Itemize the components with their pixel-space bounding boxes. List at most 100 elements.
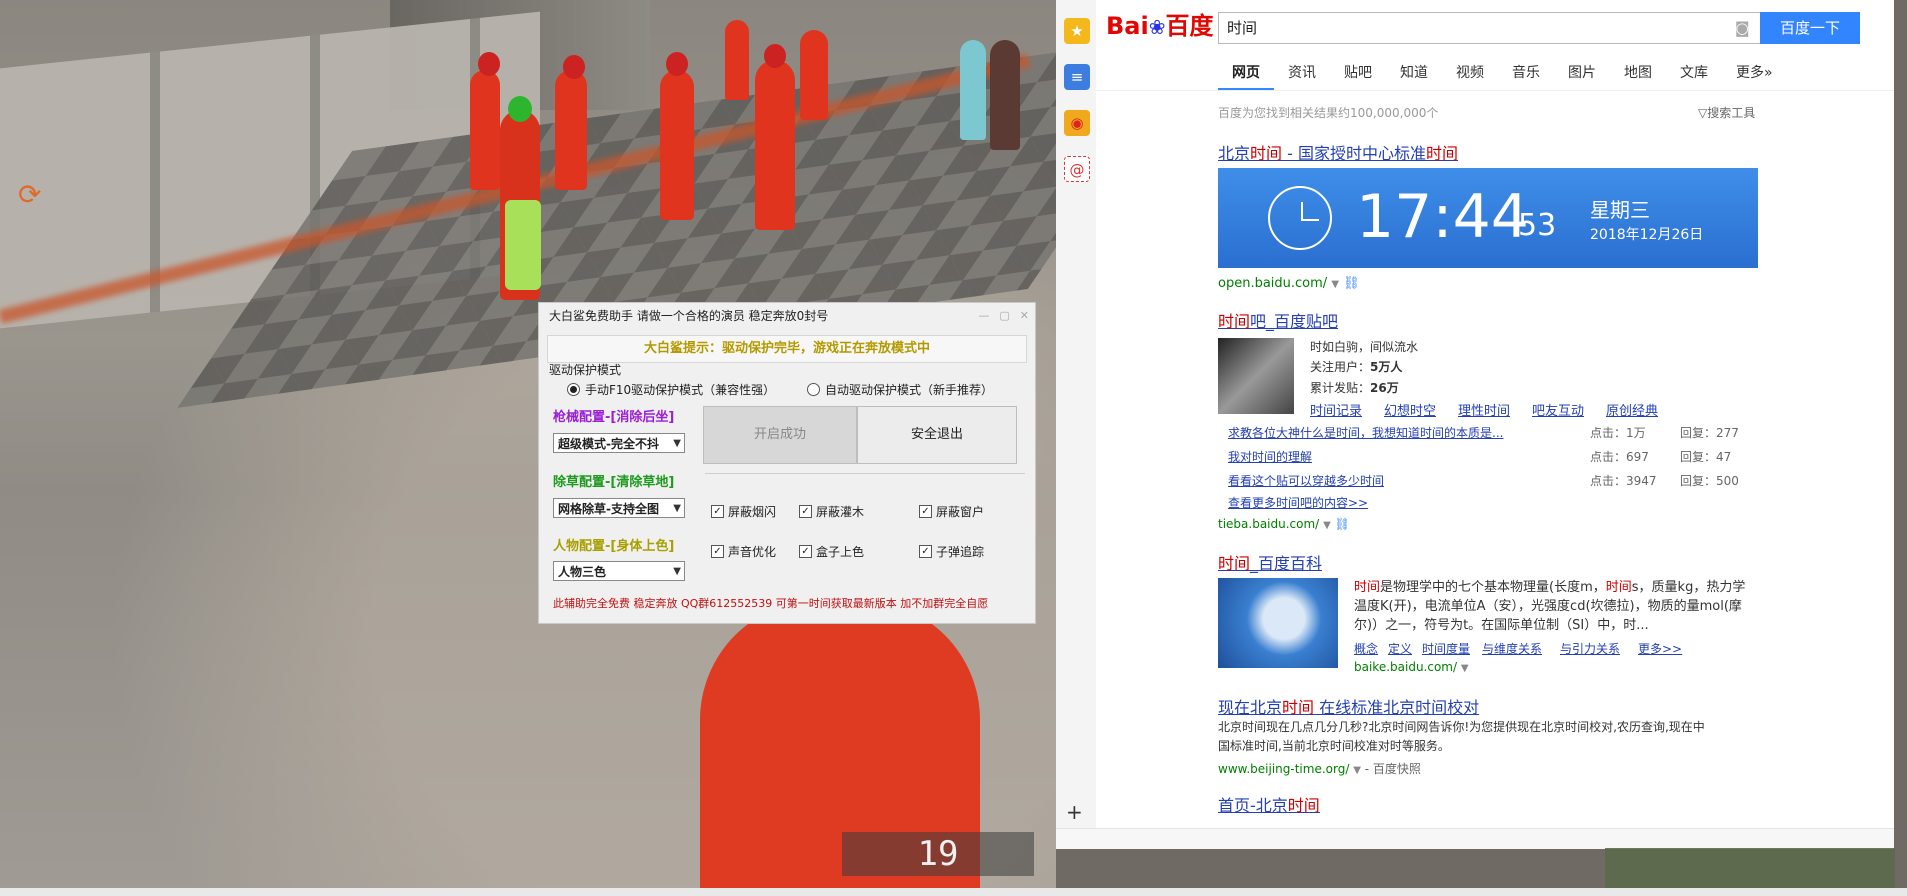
radio-dot[interactable] <box>807 382 820 396</box>
abstract-highlight: 时间 <box>1605 580 1632 595</box>
enemy-figure <box>725 20 749 100</box>
weekday: 星期三 <box>1590 198 1650 222</box>
enemy-figure <box>960 40 986 140</box>
verified-icon: ⛓ <box>1343 276 1360 291</box>
paw-icon: ❀ <box>1148 15 1166 39</box>
result-url[interactable]: tieba.baidu.com/ ▼ ⛓ <box>1218 517 1350 531</box>
thread-link[interactable]: 求教各位大神什么是时间，我想知道时间的本质是... <box>1228 424 1503 441</box>
tab-tieba[interactable]: 贴吧 <box>1330 58 1386 90</box>
radio-dot-checked[interactable] <box>567 382 580 396</box>
tieba-tag[interactable]: 原创经典 <box>1606 400 1658 419</box>
tab-news[interactable]: 资讯 <box>1274 58 1330 90</box>
enemy-figure <box>660 70 694 220</box>
tab-music[interactable]: 音乐 <box>1498 58 1554 90</box>
baike-link[interactable]: 定义 <box>1388 640 1412 657</box>
checkbox-checked-icon[interactable]: ✓ <box>799 505 812 518</box>
add-icon[interactable]: + <box>1066 800 1083 824</box>
result-title[interactable]: 时间吧_百度贴吧 <box>1218 308 1338 332</box>
checkbox-smoke[interactable]: ✓ 屏蔽烟闪 <box>711 503 776 520</box>
cheat-window[interactable]: 大白鲨免费助手 请做一个合格的演员 稳定奔放0封号 — ▢ ✕ 大白鲨提示：驱动… <box>538 302 1036 624</box>
search-input[interactable]: 时间 ◙ <box>1218 12 1762 44</box>
baike-link[interactable]: 概念 <box>1354 640 1378 657</box>
tab-images[interactable]: 图片 <box>1554 58 1610 90</box>
status-notice: 大白鲨提示：驱动保护完毕，游戏正在奔放模式中 <box>547 335 1027 363</box>
radio-auto[interactable]: 自动驱动保护模式（新手推荐） <box>807 379 993 399</box>
driver-mode-group: 手动F10驱动保护模式（兼容性强） 自动驱动保护模式（新手推荐） <box>567 379 1037 399</box>
grass-mode-value: 网格除草-支持全图 <box>558 502 659 516</box>
abstract-text: 是物理学中的七个基本物理量(长度m， <box>1380 580 1606 595</box>
result-url[interactable]: open.baidu.com/ ▼ ⛓ <box>1218 276 1360 291</box>
checkbox-checked-icon[interactable]: ✓ <box>919 545 932 558</box>
baike-more-link[interactable]: 更多>> <box>1638 640 1682 657</box>
mail-icon[interactable]: @ <box>1064 156 1090 182</box>
radio-manual[interactable]: 手动F10驱动保护模式（兼容性强） <box>567 379 807 399</box>
tab-web[interactable]: 网页 <box>1218 58 1274 90</box>
current-time: 17:44 <box>1356 182 1529 252</box>
result-url[interactable]: baike.baidu.com/ ▼ <box>1354 660 1469 674</box>
baidu-logo[interactable]: Bai❀百度 <box>1106 6 1216 46</box>
result-title[interactable]: 首页-北京时间 <box>1218 792 1320 816</box>
tieba-thumbnail[interactable] <box>1218 338 1294 414</box>
minimap <box>1605 848 1895 892</box>
title-highlight: 时间 <box>1218 554 1251 573</box>
weibo-icon[interactable]: ◉ <box>1064 110 1090 136</box>
tieba-tag[interactable]: 时间记录 <box>1310 400 1362 419</box>
maximize-icon[interactable]: ▢ <box>999 309 1009 322</box>
note-icon[interactable]: ≡ <box>1064 64 1090 90</box>
tab-map[interactable]: 地图 <box>1610 58 1666 90</box>
tieba-tag[interactable]: 吧友互动 <box>1532 400 1584 419</box>
logo-text-du: 百度 <box>1165 12 1214 40</box>
exit-button[interactable]: 安全退出 <box>857 406 1017 464</box>
thread-replies: 回复：500 <box>1680 474 1739 488</box>
tab-more[interactable]: 更多» <box>1722 58 1787 90</box>
title-highlight: 时间 <box>1218 312 1251 331</box>
dropdown-icon[interactable]: ▼ <box>1323 520 1331 531</box>
tieba-more-link[interactable]: 查看更多时间吧的内容>> <box>1228 494 1368 511</box>
result-url[interactable]: www.beijing-time.org/ ▼ - 百度快照 <box>1218 760 1421 777</box>
baike-link[interactable]: 与维度关系 <box>1482 640 1542 657</box>
char-config-label: 人物配置-[身体上色] <box>553 539 675 554</box>
dropdown-icon[interactable]: ▼ <box>1461 663 1469 674</box>
star-icon[interactable]: ★ <box>1064 18 1090 44</box>
tab-video[interactable]: 视频 <box>1442 58 1498 90</box>
search-tools[interactable]: ▽搜索工具 <box>1698 104 1755 121</box>
footer-notice: 此辅助完全免费 稳定奔放 QQ群612552539 可第一时间获取最新版本 加不… <box>553 597 989 610</box>
result-title[interactable]: 北京时间 - 国家授时中心标准时间 <box>1218 140 1458 164</box>
close-icon[interactable]: ✕ <box>1020 309 1029 322</box>
checkbox-window[interactable]: ✓ 屏蔽窗户 <box>919 503 984 520</box>
radio-manual-label: 手动F10驱动保护模式（兼容性强） <box>585 382 776 397</box>
grass-mode-select[interactable]: 网格除草-支持全图 ▼ <box>553 498 685 518</box>
start-button[interactable]: 开启成功 <box>703 406 857 464</box>
checkbox-checked-icon[interactable]: ✓ <box>799 545 812 558</box>
checkbox-sound[interactable]: ✓ 声音优化 <box>711 543 776 560</box>
snapshot-link[interactable]: - 百度快照 <box>1365 762 1421 776</box>
dropdown-icon[interactable]: ▼ <box>1331 279 1339 290</box>
tab-zhidao[interactable]: 知道 <box>1386 58 1442 90</box>
search-query: 时间 <box>1227 19 1258 37</box>
result-title[interactable]: 时间_百度百科 <box>1218 550 1322 574</box>
tieba-tag[interactable]: 幻想时空 <box>1384 400 1436 419</box>
tab-wenku[interactable]: 文库 <box>1666 58 1722 90</box>
gun-mode-select[interactable]: 超级模式-完全不抖 ▼ <box>553 433 685 453</box>
camera-icon[interactable]: ◙ <box>1735 19 1753 37</box>
checkbox-box-color[interactable]: ✓ 盒子上色 <box>799 543 864 560</box>
time-card[interactable]: 17:44 53 星期三 2018年12月26日 <box>1218 168 1758 268</box>
baike-link[interactable]: 与引力关系 <box>1560 640 1620 657</box>
tieba-tag[interactable]: 理性时间 <box>1458 400 1510 419</box>
minimize-icon[interactable]: — <box>978 309 989 322</box>
checkbox-checked-icon[interactable]: ✓ <box>919 505 932 518</box>
dropdown-icon[interactable]: ▼ <box>1353 765 1361 776</box>
search-button[interactable]: 百度一下 <box>1760 12 1860 44</box>
thread-link[interactable]: 看看这个贴可以穿越多少时间 <box>1228 472 1384 489</box>
enemy-head <box>666 52 688 76</box>
checkbox-bush[interactable]: ✓ 屏蔽灌木 <box>799 503 864 520</box>
checkbox-bullet-track[interactable]: ✓ 子弹追踪 <box>919 543 984 560</box>
title-highlight: 时间 <box>1282 698 1315 717</box>
thread-link[interactable]: 我对时间的理解 <box>1228 448 1312 465</box>
result-title[interactable]: 现在北京时间 在线标准北京时间校对 <box>1218 694 1479 718</box>
checkbox-checked-icon[interactable]: ✓ <box>711 545 724 558</box>
baike-thumbnail[interactable] <box>1218 578 1338 668</box>
baike-link[interactable]: 时间度量 <box>1422 640 1470 657</box>
char-mode-select[interactable]: 人物三色 ▼ <box>553 561 685 581</box>
checkbox-checked-icon[interactable]: ✓ <box>711 505 724 518</box>
